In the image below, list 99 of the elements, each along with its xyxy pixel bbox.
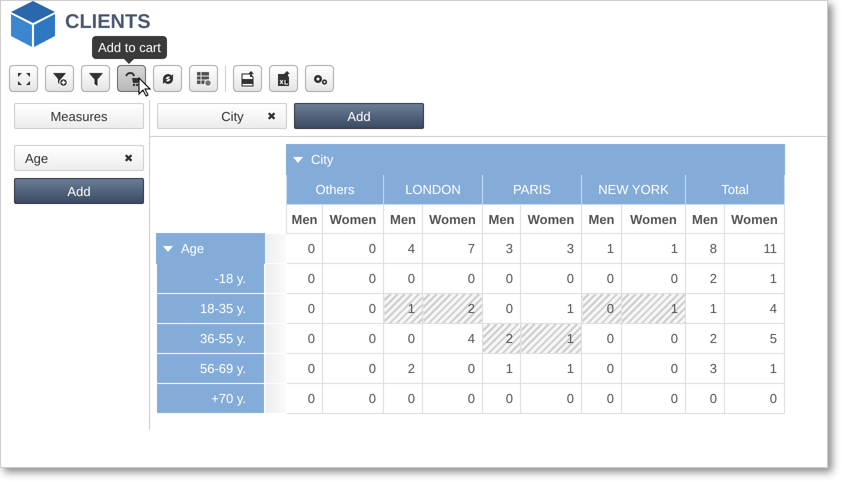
- highlighted-cell: 1: [384, 294, 422, 324]
- table-cell: 1: [724, 354, 784, 384]
- excel-file-button[interactable]: [269, 65, 298, 92]
- table-cell: 4: [724, 294, 784, 324]
- funnel-plus-icon: [52, 70, 68, 86]
- table-cell: 0: [724, 384, 784, 414]
- table-cell: 0: [622, 384, 686, 414]
- table-cell: 1: [582, 234, 622, 264]
- table-cell: 0: [686, 384, 724, 414]
- tooltip-pointer-icon: [124, 59, 134, 64]
- table-cell: 0: [422, 384, 482, 414]
- table-cell: 0: [582, 324, 622, 354]
- table-cell: 1: [622, 234, 686, 264]
- measures-button[interactable]: Measures: [14, 103, 144, 129]
- table-cell: 0: [422, 354, 482, 384]
- table-cell: 0: [384, 264, 422, 294]
- table-cell: 1: [520, 354, 582, 384]
- remove-button[interactable]: ✖: [124, 152, 133, 164]
- table-cell: 0: [322, 234, 384, 264]
- table-cell: 0: [384, 384, 422, 414]
- remove-button[interactable]: ✖: [267, 110, 276, 122]
- cube-logo-icon: [11, 1, 55, 47]
- table-cell: 0: [384, 324, 422, 354]
- table-gear-button[interactable]: [189, 65, 218, 92]
- funnel-plus-button[interactable]: [45, 65, 74, 92]
- table-cell: 0: [422, 264, 482, 294]
- table-cell: 0: [286, 354, 322, 384]
- field-chip[interactable]: Age ✖: [14, 145, 144, 171]
- pdf-file-button[interactable]: [233, 65, 262, 92]
- dimension-label: Age: [181, 241, 204, 256]
- expand-icon: [16, 70, 32, 86]
- table-cell: 0: [286, 264, 322, 294]
- field-chip[interactable]: City ✖: [157, 103, 287, 129]
- table-cell: 1: [724, 264, 784, 294]
- table-cell: 0: [622, 354, 686, 384]
- table-cell: 3: [686, 354, 724, 384]
- table-cell: 0: [482, 384, 520, 414]
- dimension-label: City: [311, 152, 334, 167]
- highlighted-cell: 1: [622, 294, 686, 324]
- table-cell: 4: [384, 234, 422, 264]
- funnel-icon: [88, 70, 104, 86]
- table-gear-icon: [196, 70, 212, 86]
- table-cell: 11: [724, 234, 784, 264]
- excel-file-icon: [276, 70, 292, 86]
- row-header: 56-69 y.: [156, 354, 264, 384]
- tooltip: Add to cart: [92, 36, 167, 64]
- column-header: NEW YORK: [582, 174, 686, 204]
- column-header: Total: [686, 174, 784, 204]
- table-cell: 3: [482, 234, 520, 264]
- table-cell: 0: [286, 384, 322, 414]
- gears-button[interactable]: [305, 65, 334, 92]
- table-cell: 0: [322, 324, 384, 354]
- table-cell: 0: [482, 264, 520, 294]
- highlighted-cell: 2: [422, 294, 482, 324]
- table-cell: 0: [286, 324, 322, 354]
- app-title: CLIENTS: [65, 10, 151, 34]
- table-cell: 0: [582, 354, 622, 384]
- table-cell: 0: [322, 294, 384, 324]
- expand-button[interactable]: [9, 65, 38, 92]
- table-cell: 0: [322, 354, 384, 384]
- column-header: LONDON: [384, 174, 482, 204]
- table-cell: 1: [686, 294, 724, 324]
- funnel-button[interactable]: [81, 65, 110, 92]
- table-cell: 0: [622, 324, 686, 354]
- table-cell: 0: [286, 294, 322, 324]
- table-cell: 5: [724, 324, 784, 354]
- table-cell: 0: [482, 294, 520, 324]
- table-cell: 0: [520, 264, 582, 294]
- add-button[interactable]: Add: [14, 178, 144, 204]
- column-header: PARIS: [482, 174, 582, 204]
- highlighted-cell: 2: [482, 324, 520, 354]
- row-header: +70 y.: [156, 384, 264, 414]
- highlighted-cell: 1: [520, 324, 582, 354]
- table-cell: 0: [322, 384, 384, 414]
- cart-icon: [124, 70, 140, 86]
- table-cell: 0: [322, 264, 384, 294]
- table-cell: 0: [520, 384, 582, 414]
- mouse-cursor-icon: [138, 77, 151, 97]
- table-cell: 7: [422, 234, 482, 264]
- table-cell: 1: [520, 294, 582, 324]
- table-cell: 0: [622, 264, 686, 294]
- table-cell: 1: [482, 354, 520, 384]
- column-header: Others: [286, 174, 384, 204]
- row-header: -18 y.: [156, 264, 264, 294]
- table-cell: 3: [520, 234, 582, 264]
- table-cell: 2: [686, 324, 724, 354]
- pdf-file-icon: [240, 70, 256, 86]
- table-cell: 8: [686, 234, 724, 264]
- table-cell: 0: [286, 234, 322, 264]
- table-cell: 4: [422, 324, 482, 354]
- row-header: 36-55 y.: [156, 324, 264, 354]
- add-button[interactable]: Add: [294, 103, 424, 129]
- highlighted-cell: 0: [582, 294, 622, 324]
- row-header: 18-35 y.: [156, 294, 264, 324]
- refresh-button[interactable]: [153, 65, 182, 92]
- table-cell: 2: [384, 354, 422, 384]
- table-cell: 2: [686, 264, 724, 294]
- table-cell: 0: [582, 384, 622, 414]
- table-cell: 0: [582, 264, 622, 294]
